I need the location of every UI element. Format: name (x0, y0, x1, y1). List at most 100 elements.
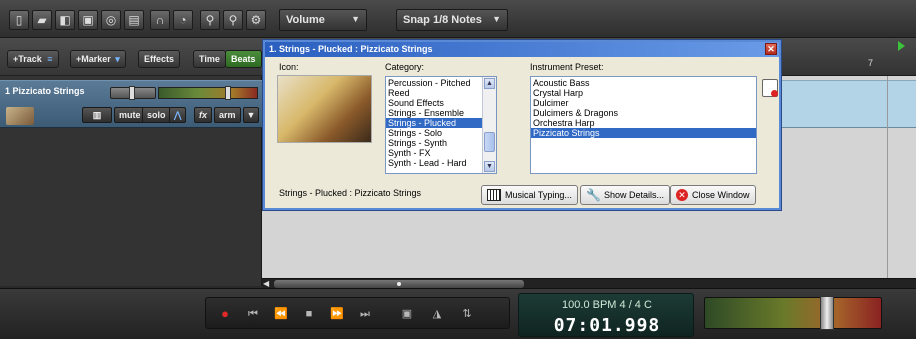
open-project-icon[interactable]: ◧ (55, 10, 75, 30)
metronome-toggle-icon[interactable]: ◮ (426, 305, 448, 323)
loop-icon[interactable]: ∩ (150, 10, 170, 30)
stop-icon[interactable]: ■ (298, 305, 320, 323)
show-details-button[interactable]: 🔧 Show Details... (580, 185, 671, 205)
preset-label: Instrument Preset: (530, 62, 604, 72)
track-menu-chevron-icon[interactable]: ▼ (243, 107, 259, 123)
track-name[interactable]: 1 Pizzicato Strings (5, 86, 85, 96)
automation-icon[interactable]: ⋀ (169, 107, 187, 123)
time-button[interactable]: Time (193, 50, 226, 68)
scrollbar-thumb[interactable] (484, 132, 495, 152)
snap-select[interactable]: Snap 1/8 Notes ▼ (396, 9, 508, 31)
loop-end-marker-icon[interactable] (898, 41, 905, 51)
export-icon[interactable]: ▤ (124, 10, 144, 30)
category-list-item[interactable]: Strings - Plucked (386, 118, 496, 128)
record-icon[interactable]: ● (214, 305, 236, 323)
list-icon: ≡ (47, 54, 53, 64)
instrument-icon-image[interactable] (277, 75, 372, 143)
mute-button[interactable]: mute (114, 107, 146, 123)
track-panel: +Track ≡ +Marker ▾ Effects Time Beats 1 … (0, 38, 262, 286)
mute-label: mute (119, 110, 141, 120)
grid-line (887, 76, 888, 278)
effects-label: Effects (144, 54, 175, 64)
category-list-item[interactable]: Synth - FX (386, 148, 496, 158)
preset-list-item[interactable]: Dulcimers & Dragons (531, 108, 756, 118)
track-level-meter[interactable] (158, 86, 258, 100)
preset-list-item[interactable]: Orchestra Harp (531, 118, 756, 128)
effects-button[interactable]: Effects (138, 50, 181, 68)
scroll-up-icon[interactable]: ▲ (484, 78, 495, 89)
track-row[interactable]: 1 Pizzicato Strings ▥ mute solo ⋀ fx arm… (0, 80, 262, 128)
daw-window: ▯ ▰ ◧ ▣ ◎ ▤ ∩ ◔ ⚲ ⚲ ⚙ Volume ▼ Snap 1/8 … (0, 0, 916, 339)
preset-list-item[interactable]: Dulcimer (531, 98, 756, 108)
fast-forward-icon[interactable]: ⏩ (326, 305, 348, 323)
chevron-down-icon: ▼ (351, 14, 360, 24)
icon-label: Icon: (279, 62, 299, 72)
dialog-title-text: 1. Strings - Plucked : Pizzicato Strings (269, 44, 433, 54)
master-volume-meter[interactable] (704, 296, 882, 330)
tempo-adjust-icon[interactable]: ⇅ (456, 305, 478, 323)
delete-preset-icon[interactable] (762, 79, 778, 97)
time-label: Time (199, 54, 220, 64)
new-file-icon[interactable]: ▯ (9, 10, 29, 30)
beats-label: Beats (231, 54, 256, 64)
ruler-bar-number: 7 (868, 58, 874, 68)
time-display[interactable]: 100.0 BPM 4 / 4 C 07:01.998 (518, 293, 694, 337)
beats-button[interactable]: Beats (225, 50, 262, 68)
category-list-item[interactable]: Percussion - Pitched (386, 78, 496, 88)
category-list-item[interactable]: Reed (386, 88, 496, 98)
preset-list-item[interactable]: Crystal Harp (531, 88, 756, 98)
transport-bar: ● ⏮ ⏪ ■ ⏩ ⏭ ▣ ◮ ⇅ 100.0 BPM 4 / 4 C 07:0… (0, 288, 916, 339)
track-panel-header: +Track ≡ +Marker ▾ Effects Time Beats (0, 38, 262, 76)
solo-button[interactable]: solo (142, 107, 171, 123)
category-list-item[interactable]: Strings - Synth (386, 138, 496, 148)
open-folder-icon[interactable]: ▰ (32, 10, 52, 30)
category-list-item[interactable]: Strings - Ensemble (386, 108, 496, 118)
preset-list-item[interactable]: Acoustic Bass (531, 78, 756, 88)
close-window-button[interactable]: ✕ Close Window (670, 185, 756, 205)
arm-button[interactable]: arm (214, 107, 241, 123)
category-list-item[interactable]: Strings - Solo (386, 128, 496, 138)
preset-list-item[interactable]: Pizzicato Strings (531, 128, 756, 138)
metronome-icon[interactable]: ◔ (173, 10, 193, 30)
record-settings-icon[interactable]: ◎ (101, 10, 121, 30)
scrollbar-thumb[interactable] (274, 280, 524, 288)
horizontal-scrollbar[interactable]: ◀ (262, 278, 916, 288)
instrument-icon[interactable] (6, 107, 34, 125)
add-user-icon[interactable]: ⚲ (200, 10, 220, 30)
track-volume-slider[interactable] (110, 86, 156, 100)
master-volume-knob[interactable] (820, 296, 834, 330)
add-track-button[interactable]: +Track ≡ (7, 50, 59, 68)
add-marker-button[interactable]: +Marker ▾ (70, 50, 126, 68)
volume-select-label: Volume (286, 14, 325, 26)
time-counter: 07:01.998 (553, 315, 661, 336)
add-track-label: +Track (13, 54, 42, 64)
slider-knob[interactable] (129, 86, 135, 100)
go-to-end-icon[interactable]: ⏭ (354, 305, 376, 323)
add-marker-label: +Marker (76, 54, 111, 64)
rewind-icon[interactable]: ⏪ (270, 305, 292, 323)
preset-list[interactable]: Acoustic Bass Crystal Harp Dulcimer Dulcime… (530, 76, 757, 174)
scroll-left-arrow-icon[interactable]: ◀ (263, 279, 272, 288)
slider-knob[interactable] (225, 86, 231, 100)
dialog-title[interactable]: 1. Strings - Plucked : Pizzicato Strings… (265, 42, 779, 57)
marker-icon: ▾ (115, 54, 120, 64)
category-list[interactable]: Percussion - Pitched Reed Sound Effects Str… (385, 76, 497, 174)
category-list-item[interactable]: Sound Effects (386, 98, 496, 108)
tempo-signature: 100.0 BPM 4 / 4 C (562, 299, 652, 311)
piano-keyboard-icon[interactable]: ▥ (82, 107, 112, 123)
settings-gear-icon[interactable]: ⚙ (246, 10, 266, 30)
instrument-dialog: 1. Strings - Plucked : Pizzicato Strings… (263, 40, 781, 210)
go-to-start-icon[interactable]: ⏮ (242, 305, 264, 323)
fx-button[interactable]: fx (194, 107, 213, 123)
selection-status: Strings - Plucked : Pizzicato Strings (279, 188, 422, 198)
scroll-down-icon[interactable]: ▼ (484, 161, 495, 172)
loop-toggle-icon[interactable]: ▣ (396, 305, 418, 323)
category-list-item[interactable]: Synth - Lead - Hard (386, 158, 496, 168)
category-scrollbar[interactable]: ▲ ▼ (482, 77, 496, 173)
search-user-icon[interactable]: ⚲ (223, 10, 243, 30)
save-icon[interactable]: ▣ (78, 10, 98, 30)
musical-typing-button[interactable]: Musical Typing... (481, 185, 578, 205)
arm-label: arm (219, 110, 236, 120)
volume-select[interactable]: Volume ▼ (279, 9, 367, 31)
close-icon[interactable]: ✕ (765, 43, 777, 55)
